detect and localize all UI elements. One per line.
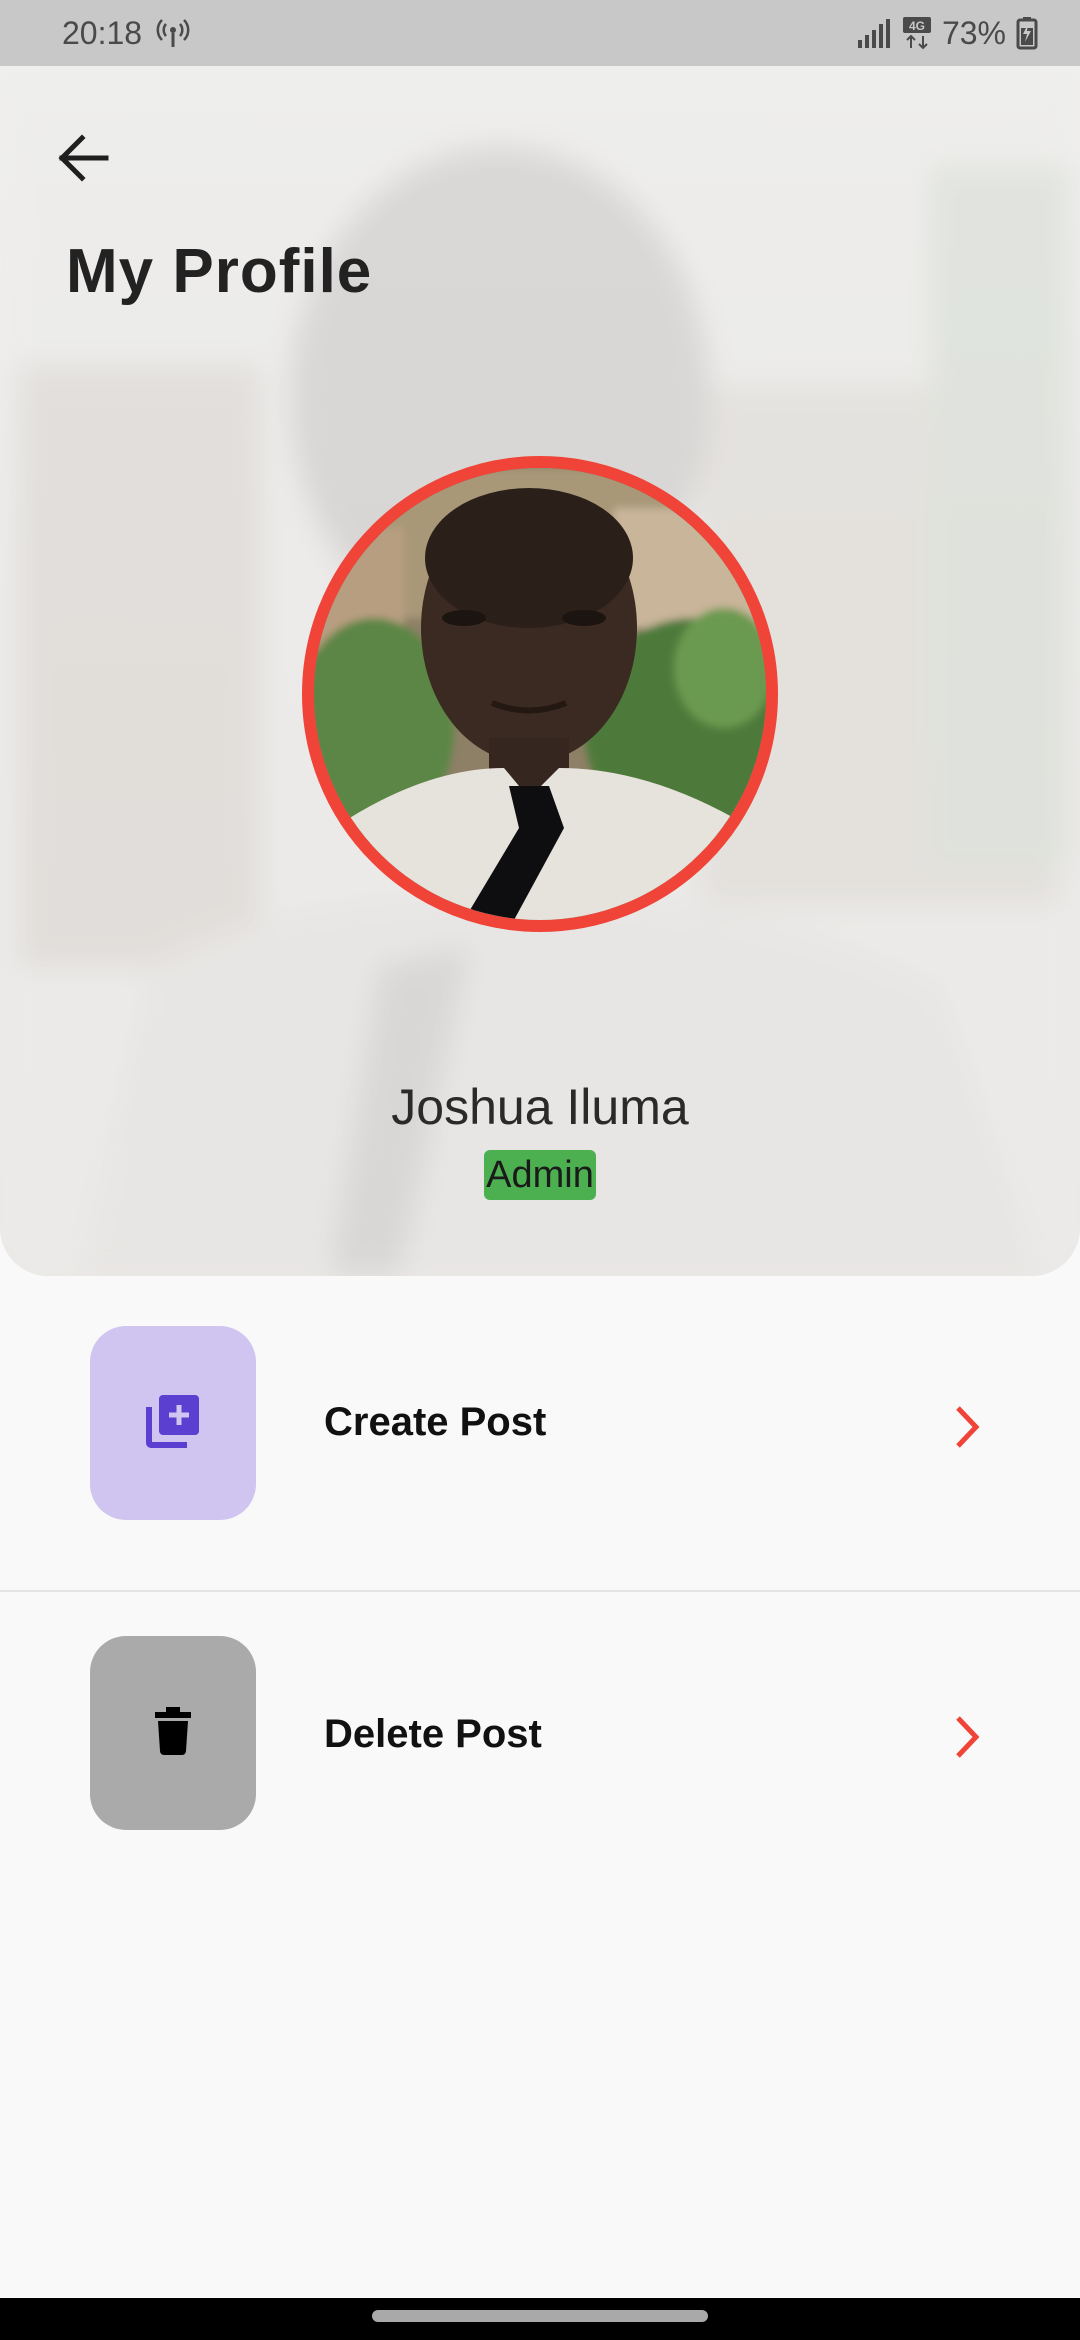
create-post-label: Create Post <box>324 1400 547 1444</box>
status-bar: 20:18 4G 73% <box>0 0 1080 66</box>
delete-post-row[interactable]: Delete Post <box>0 1592 1080 1928</box>
action-list: Create Post Delete Post <box>0 1276 1080 1928</box>
profile-avatar[interactable] <box>302 456 778 932</box>
page-title: My Profile <box>66 237 373 306</box>
user-name: Joshua Iluma <box>391 1079 689 1135</box>
battery-percent: 73% <box>941 14 1006 51</box>
chevron-right-icon <box>948 1402 988 1452</box>
avatar-photo <box>314 468 766 920</box>
battery-charging-icon <box>1016 16 1038 50</box>
system-nav-bar <box>0 2298 1080 2340</box>
home-indicator[interactable] <box>372 2310 708 2322</box>
role-badge: Admin <box>484 1150 596 1200</box>
back-button[interactable] <box>42 120 122 200</box>
chevron-right-icon <box>948 1712 988 1762</box>
network-4g-icon: 4G <box>902 16 932 50</box>
delete-post-label: Delete Post <box>324 1712 542 1756</box>
profile-header: My Profile Joshua Iluma Admin <box>0 66 1080 1276</box>
create-post-row[interactable]: Create Post <box>0 1276 1080 1592</box>
delete-post-tile <box>90 1636 256 1830</box>
library-add-icon <box>145 1393 201 1454</box>
trash-icon <box>155 1706 191 1760</box>
create-post-tile <box>90 1326 256 1520</box>
svg-text:4G: 4G <box>909 19 925 33</box>
hotspot-icon <box>156 16 190 50</box>
status-time: 20:18 <box>62 14 143 51</box>
signal-icon <box>856 18 892 48</box>
arrow-back-icon <box>54 132 110 189</box>
